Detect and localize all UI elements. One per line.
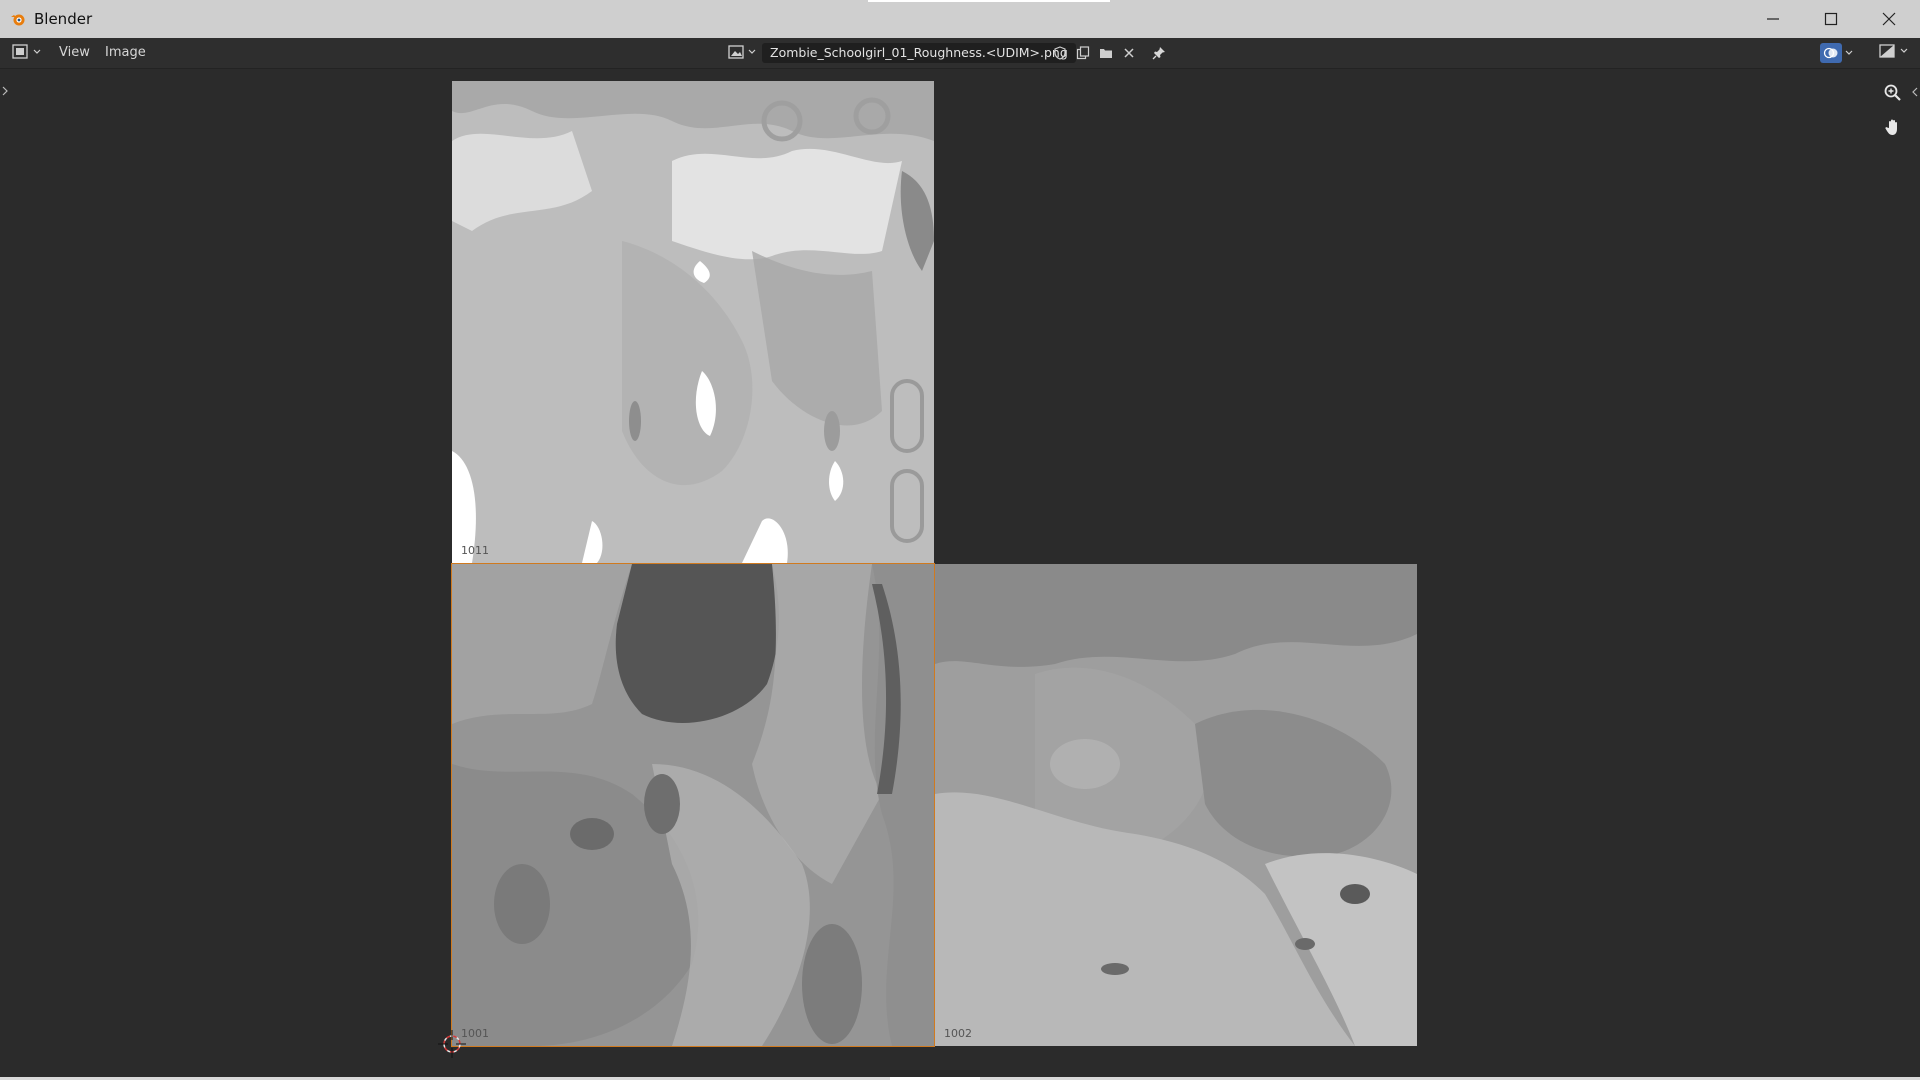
zoom-icon: [1884, 84, 1901, 101]
blender-logo-icon: [11, 14, 25, 26]
new-image-button[interactable]: [1074, 44, 1092, 62]
udim-tile-1001[interactable]: 1001: [451, 563, 935, 1047]
image-name-field[interactable]: Zombie_Schoolgirl_01_Roughness.<UDIM>.pn…: [762, 43, 1076, 63]
2d-cursor-icon[interactable]: [438, 1030, 466, 1058]
display-channels-dropdown[interactable]: [1879, 43, 1909, 59]
pan-gizmo[interactable]: [1878, 112, 1908, 142]
minimize-icon: [1767, 18, 1779, 20]
udim-tile-1002[interactable]: 1002: [935, 564, 1417, 1046]
image-editor-header: View Image Zombie_Schoolgirl_01_Roughnes…: [0, 38, 1920, 69]
maximize-button[interactable]: [1802, 0, 1860, 38]
overlay-icon: [1823, 47, 1838, 59]
fake-user-button[interactable]: [1051, 44, 1069, 62]
folder-icon: [1100, 49, 1112, 58]
chevron-down-icon: [33, 49, 41, 54]
tile-1011-texture: [452, 81, 934, 563]
close-icon: [1882, 12, 1896, 26]
chevron-down-icon: [748, 49, 756, 54]
chevron-down-icon[interactable]: [1844, 49, 1854, 57]
show-overlays-button[interactable]: [1820, 43, 1842, 63]
image-browse-icon: [728, 45, 744, 59]
window-title: Blender: [34, 10, 93, 28]
shield-icon: [1054, 46, 1066, 60]
tile-label-1002: 1002: [944, 1027, 972, 1040]
hand-pan-icon: [1885, 119, 1897, 135]
sidebar-expand-icon[interactable]: [1911, 87, 1919, 97]
open-image-button[interactable]: [1097, 44, 1115, 62]
window-titlebar: Blender: [0, 0, 1920, 38]
tile-1001-texture: [452, 564, 934, 1046]
close-window-button[interactable]: [1860, 0, 1918, 38]
menu-image[interactable]: Image: [105, 45, 146, 60]
close-icon: [1124, 48, 1134, 58]
overlay-toggle-group: [1820, 43, 1854, 63]
maximize-icon: [1824, 12, 1838, 26]
pin-image-button[interactable]: [1150, 44, 1168, 62]
tile-1002-texture: [935, 564, 1417, 1046]
zoom-gizmo[interactable]: [1878, 78, 1908, 108]
pin-icon: [1152, 47, 1165, 60]
minimize-button[interactable]: [1744, 0, 1802, 38]
titlebar-highlight: [868, 0, 1110, 2]
chevron-down-icon: [1900, 48, 1908, 53]
udim-tile-1011[interactable]: 1011: [452, 81, 934, 563]
duplicate-icon: [1076, 46, 1090, 60]
toolbar-expand-icon[interactable]: [0, 85, 10, 97]
display-channels-icon: [1879, 44, 1895, 58]
menu-view[interactable]: View: [59, 45, 90, 60]
tile-label-1011: 1011: [461, 544, 489, 557]
image-editor-icon: [12, 44, 28, 59]
unlink-image-button[interactable]: [1120, 44, 1138, 62]
browse-image-button[interactable]: [728, 44, 756, 60]
editor-type-dropdown[interactable]: [12, 44, 41, 60]
